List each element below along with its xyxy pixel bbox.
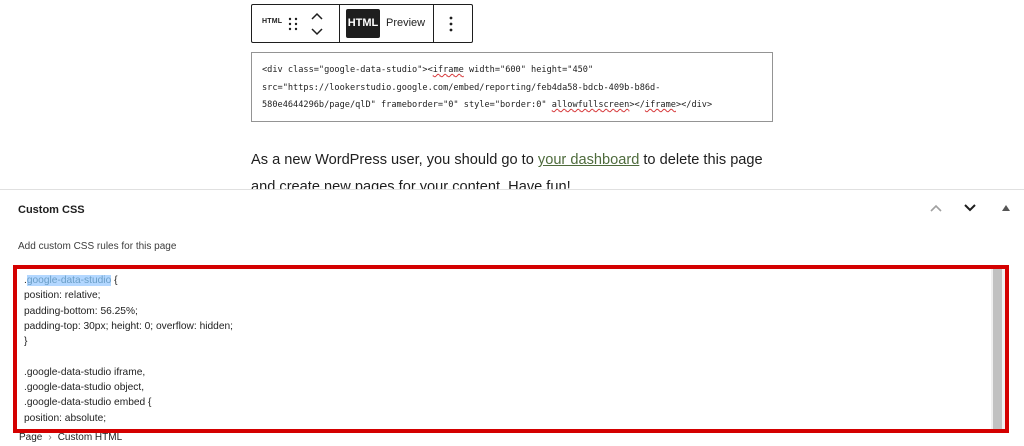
collapse-triangle-icon[interactable] (1002, 205, 1010, 211)
code-line: 580e4644296b/page/qlD" frameborder="0" s… (262, 100, 713, 110)
code-line: src="https://lookerstudio.google.com/emb… (262, 82, 661, 93)
breadcrumb-separator-icon: › (48, 432, 52, 443)
scrollbar-thumb[interactable] (993, 269, 1002, 429)
code-line: <div class="google-data-studio"><iframe … (262, 65, 594, 75)
css-code: .google-data-studio { position: relative… (24, 275, 233, 424)
html-block-icon[interactable]: HTML (262, 18, 282, 25)
tab-preview[interactable]: Preview (386, 9, 425, 38)
custom-html-code-editor[interactable]: <div class="google-data-studio"><iframe … (251, 52, 773, 122)
selected-text: google-data-studio (26, 275, 112, 286)
breadcrumb-current[interactable]: Custom HTML (58, 432, 122, 443)
breadcrumb-page[interactable]: Page (19, 432, 42, 443)
dashboard-link[interactable]: your dashboard (538, 152, 639, 168)
custom-css-panel: Custom CSS Add custom CSS rules for this… (0, 189, 1024, 446)
toolbar-divider (433, 5, 434, 42)
chevron-down-icon[interactable] (963, 203, 977, 213)
breadcrumb: Page › Custom HTML (19, 432, 122, 443)
chevron-up-icon[interactable] (929, 203, 943, 213)
custom-css-textarea[interactable]: .google-data-studio { position: relative… (13, 265, 1009, 433)
move-up-down-icon[interactable] (310, 11, 324, 37)
panel-help-text: Add custom CSS rules for this page (18, 241, 177, 252)
drag-handle-icon[interactable] (288, 17, 298, 31)
tab-html[interactable]: HTML (346, 9, 380, 38)
block-toolbar: HTML HTML Preview (251, 4, 473, 43)
scrollbar[interactable] (991, 269, 1005, 429)
panel-title[interactable]: Custom CSS (18, 204, 85, 216)
more-options-icon[interactable] (448, 15, 454, 33)
toolbar-divider (339, 5, 340, 42)
